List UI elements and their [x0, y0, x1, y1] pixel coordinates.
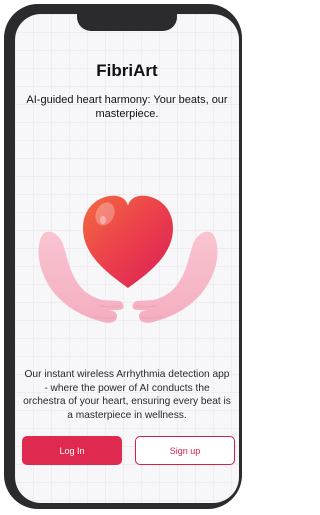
app-screen: FibriArt AI-guided heart harmony: Your b…: [15, 14, 239, 503]
heart-icon: [83, 195, 173, 288]
login-button[interactable]: Log In: [22, 436, 122, 465]
phone-notch: [77, 14, 177, 31]
app-tagline: AI-guided heart harmony: Your beats, our…: [26, 94, 228, 120]
heart-in-hands-icon: [33, 176, 223, 332]
signup-button[interactable]: Sign up: [135, 436, 235, 465]
app-title: FibriArt: [96, 61, 158, 80]
phone-frame: FibriArt AI-guided heart harmony: Your b…: [4, 4, 242, 509]
app-description: Our instant wireless Arrhythmia detectio…: [23, 369, 231, 421]
